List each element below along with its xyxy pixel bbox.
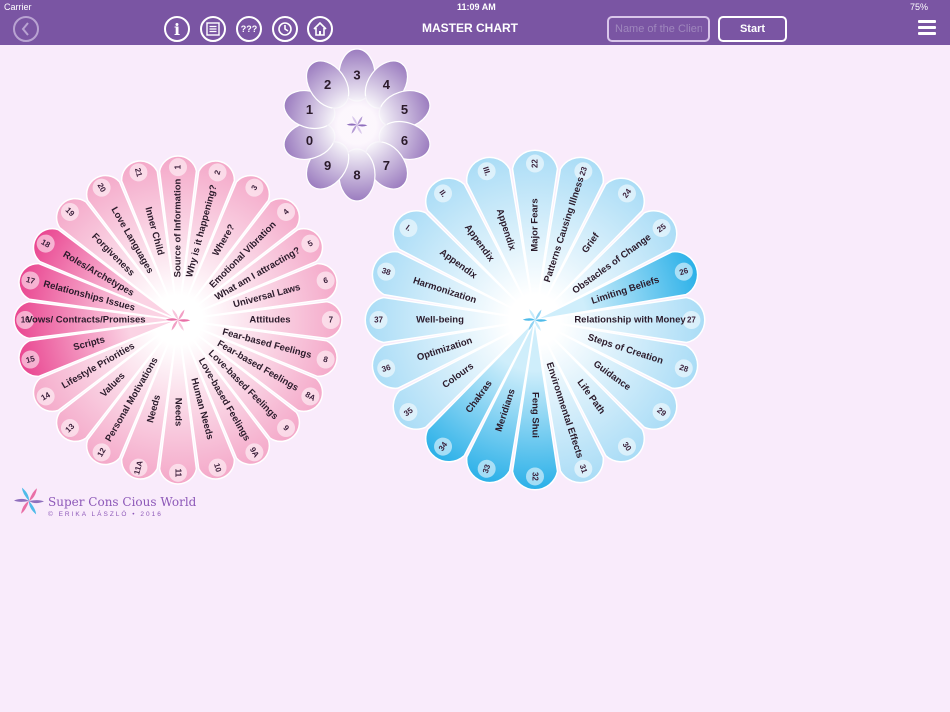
right-wheel-petal-number: 27 [687, 316, 696, 325]
right-wheel-petal-label: Feng Shui [530, 392, 541, 438]
number-flower-digit: 2 [324, 77, 331, 92]
number-flower-digit: 5 [401, 102, 408, 117]
right-wheel-petal-label: Major Fears [530, 198, 541, 251]
number-flower-digit: 6 [401, 133, 408, 148]
number-flower-digit: 4 [383, 77, 391, 92]
right-wheel-petal-label: Relationship with Money [574, 315, 686, 326]
left-wheel-petal-label: Source of Information [173, 178, 184, 277]
brand-name: Super Cons Cious World [48, 495, 197, 509]
spiral-petal [29, 488, 37, 501]
number-flower-digit: 1 [306, 102, 313, 117]
right-wheel-petal-label: Well-being [416, 315, 464, 326]
left-wheel-petal-number: 7 [329, 316, 334, 325]
number-flower-digit: 7 [383, 158, 390, 173]
spiral-petal [21, 501, 29, 514]
left-wheel-petal-label: Needs [173, 398, 184, 427]
number-flower-digit: 8 [353, 168, 360, 183]
number-flower-digit: 3 [353, 68, 360, 83]
right-wheel-petal-number: 37 [374, 316, 383, 325]
number-flower: 3 45 67 8 90 12 [283, 48, 431, 202]
brand-logo: Super Cons Cious World © ERIKA LÁSZLÓ • … [13, 486, 196, 521]
left-wheel-petal-label: Attitudes [249, 315, 290, 326]
left-wheel-petal-label: Vows/ Contracts/Promises [26, 315, 145, 326]
right-chart-wheel: 22Major Fears23Patterns Causing Illness 2… [364, 149, 706, 491]
right-wheel-petal-number: 32 [531, 472, 540, 481]
master-chart-canvas: 1Source of Information2Why is it happeni… [13, 48, 706, 491]
left-chart-wheel: 1Source of Information2Why is it happeni… [13, 155, 343, 485]
copyright-text: © ERIKA LÁSZLÓ • 2016 [48, 511, 163, 518]
number-flower-digit: 9 [324, 158, 331, 173]
right-wheel-petal-number: 22 [531, 159, 540, 168]
number-flower-digit: 0 [306, 133, 313, 148]
left-wheel-petal-number: 11 [174, 469, 183, 478]
spiral-logo-icon [13, 487, 45, 515]
left-wheel-petal-number: 1 [174, 164, 183, 169]
